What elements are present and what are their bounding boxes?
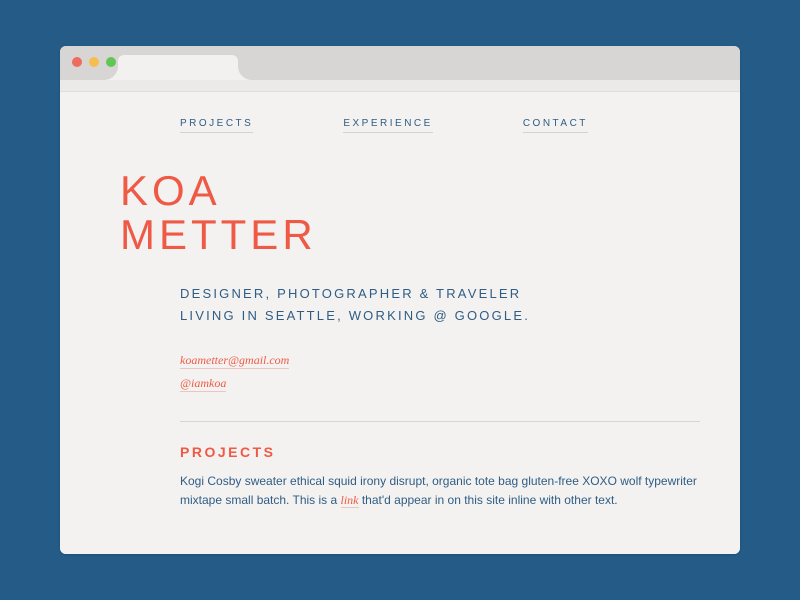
divider — [180, 421, 700, 422]
browser-toolbar — [60, 80, 740, 92]
page-title: KOA METTER — [120, 169, 700, 257]
email-link[interactable]: koametter@gmail.com — [180, 353, 289, 369]
page-content: PROJECTS EXPERIENCE CONTACT KOA METTER D… — [60, 92, 740, 554]
tagline-line-1: DESIGNER, PHOTOGRAPHER & TRAVELER — [180, 286, 521, 301]
nav-link-contact[interactable]: CONTACT — [523, 118, 588, 133]
tagline: DESIGNER, PHOTOGRAPHER & TRAVELER LIVING… — [180, 283, 700, 327]
twitter-link[interactable]: @iamkoa — [180, 376, 226, 392]
window-titlebar — [60, 46, 740, 80]
section-heading-projects: PROJECTS — [180, 444, 700, 460]
nav-link-experience[interactable]: EXPERIENCE — [343, 118, 432, 133]
nav-link-projects[interactable]: PROJECTS — [180, 118, 253, 133]
section-body: Kogi Cosby sweater ethical squid irony d… — [180, 472, 700, 509]
tagline-line-2: LIVING IN SEATTLE, WORKING @ GOOGLE. — [180, 308, 530, 323]
inline-link[interactable]: link — [341, 493, 359, 508]
browser-tab[interactable] — [118, 55, 238, 80]
minimize-icon[interactable] — [89, 57, 99, 67]
name-line-2: METTER — [120, 211, 317, 258]
browser-window: PROJECTS EXPERIENCE CONTACT KOA METTER D… — [60, 46, 740, 554]
contact-links: koametter@gmail.com @iamkoa — [180, 349, 700, 395]
body-text-after: that'd appear in on this site inline wit… — [359, 493, 618, 507]
top-nav: PROJECTS EXPERIENCE CONTACT — [180, 118, 700, 133]
name-line-1: KOA — [120, 167, 221, 214]
close-icon[interactable] — [72, 57, 82, 67]
